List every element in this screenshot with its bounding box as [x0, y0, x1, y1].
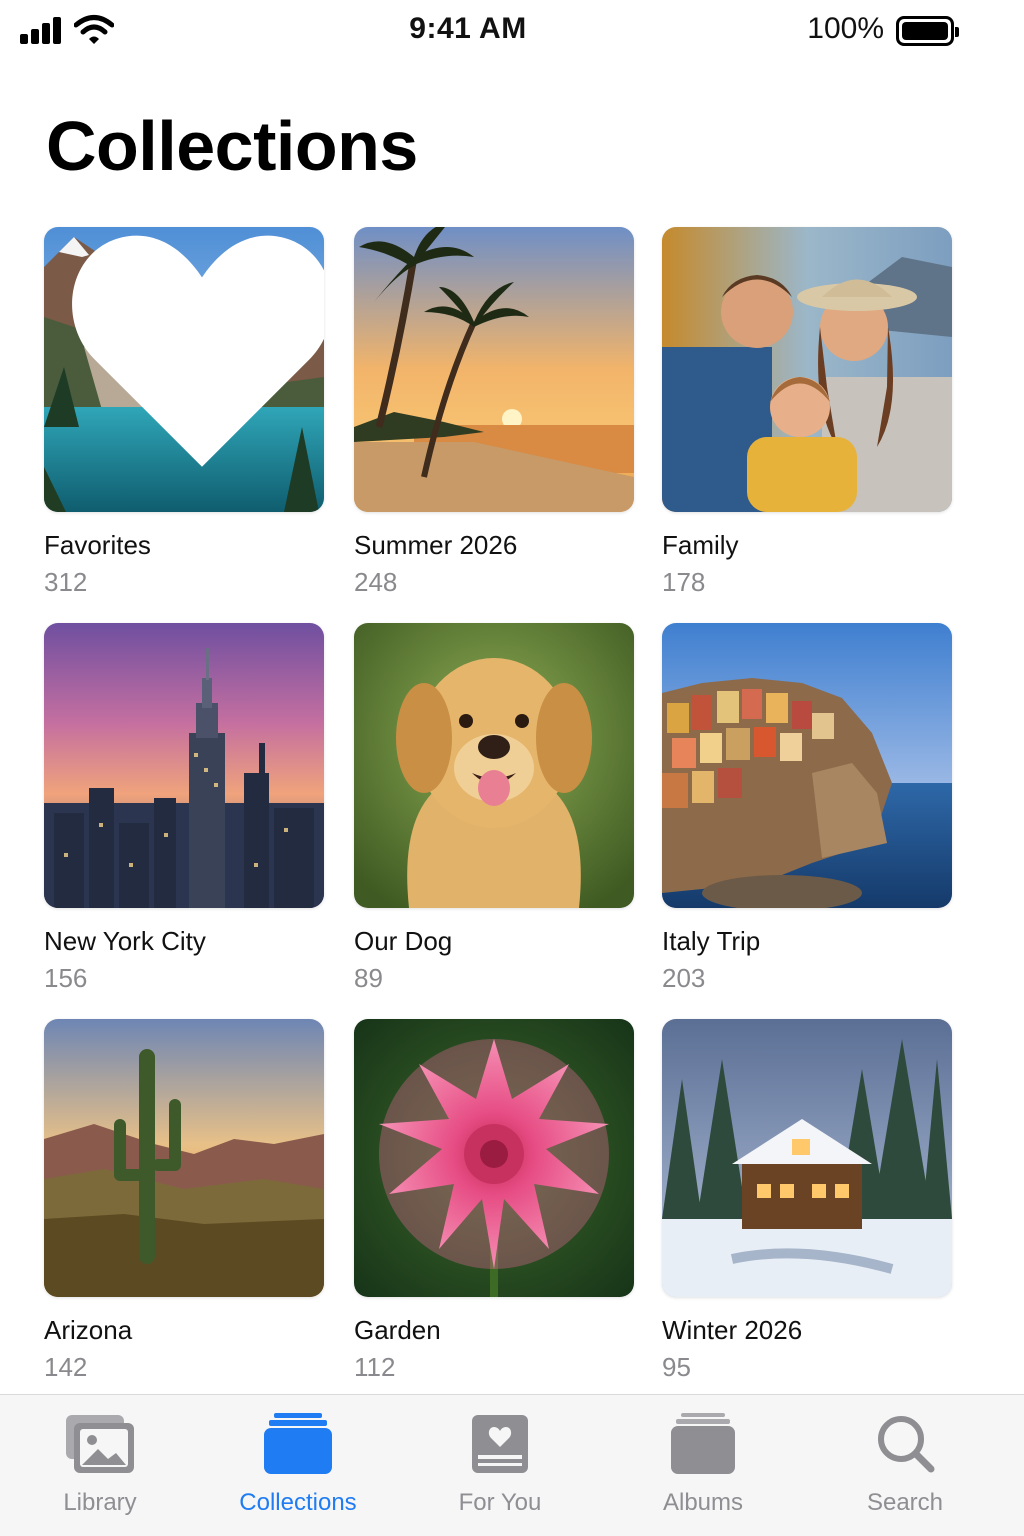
- collection-count: 142: [44, 1352, 88, 1382]
- collection-name: Winter 2026: [662, 1315, 803, 1345]
- tab-label: Search: [866, 1489, 944, 1516]
- collection-count: 203: [662, 963, 706, 993]
- collection-count: 156: [44, 963, 88, 993]
- collection-name: Summer 2026: [354, 530, 518, 560]
- collection-thumbnail[interactable]: [354, 623, 634, 908]
- photo-icon: [66, 1415, 134, 1473]
- collection-card-italy-trip[interactable]: Italy Trip 203: [662, 623, 952, 994]
- battery-percentage: 100%: [807, 12, 884, 45]
- collection-name: Family: [662, 530, 739, 560]
- tab-search[interactable]: Search: [805, 1413, 1005, 1517]
- collection-card-our-dog[interactable]: Our Dog 89: [354, 623, 634, 994]
- collection-thumbnail[interactable]: [662, 623, 952, 908]
- collection-thumbnail[interactable]: [662, 227, 952, 512]
- collection-thumbnail[interactable]: [354, 227, 634, 512]
- collection-thumbnail[interactable]: [44, 1019, 324, 1297]
- status-time: 9:41 AM: [409, 12, 527, 45]
- desert-cactus-sunset-image: [44, 1019, 324, 1297]
- collection-name: Favorites: [44, 530, 151, 560]
- palm-beach-sunset-image: [354, 227, 634, 512]
- collection-count: 178: [662, 567, 706, 597]
- tab-label: Albums: [662, 1489, 744, 1516]
- collection-card-family[interactable]: Family 178: [662, 227, 952, 598]
- collection-name: Our Dog: [354, 926, 453, 956]
- collection-count: 312: [44, 567, 88, 597]
- coastal-village-image: [662, 623, 952, 908]
- collection-name: Garden: [354, 1315, 441, 1345]
- tab-albums[interactable]: Albums: [603, 1413, 803, 1517]
- collection-thumbnail[interactable]: [662, 1019, 952, 1297]
- collection-card-arizona[interactable]: Arizona 142: [44, 1019, 324, 1383]
- heart-icon: [72, 235, 324, 467]
- collections-screen: 9:41 AM 100% Collections Favorites 312 S…: [0, 0, 1024, 1536]
- tab-library[interactable]: Library: [0, 1413, 200, 1517]
- collection-name: Arizona: [44, 1315, 133, 1345]
- collection-card-summer-2026[interactable]: Summer 2026 248: [354, 227, 634, 598]
- page-title: Collections: [46, 107, 418, 185]
- collection-count: 95: [662, 1352, 691, 1382]
- collection-card-new-york-city[interactable]: New York City 156: [44, 623, 324, 994]
- collection-card-favorites[interactable]: Favorites 312: [44, 227, 324, 598]
- collection-name: Italy Trip: [662, 926, 761, 956]
- snowy-cabin-image: [662, 1019, 952, 1297]
- tab-bar: Library Collections For You Albums Searc…: [0, 1394, 1024, 1536]
- collection-card-winter-2026[interactable]: Winter 2026 95: [662, 1019, 952, 1383]
- tab-label: Library: [63, 1489, 137, 1516]
- tab-collections[interactable]: Collections: [198, 1413, 398, 1517]
- heart-card-icon: [472, 1415, 528, 1473]
- tab-label: For You: [458, 1489, 542, 1516]
- tab-for-you[interactable]: For You: [400, 1413, 600, 1517]
- search-icon: [878, 1416, 935, 1473]
- collection-thumbnail[interactable]: [44, 227, 324, 512]
- status-bar: 9:41 AM 100%: [0, 0, 1024, 64]
- collection-thumbnail[interactable]: [354, 1019, 634, 1297]
- stack-icon: [264, 1413, 332, 1474]
- collection-thumbnail[interactable]: [44, 623, 324, 908]
- collection-card-garden[interactable]: Garden 112: [354, 1019, 634, 1383]
- city-skyline-dusk-image: [44, 623, 324, 908]
- collection-count: 248: [354, 567, 398, 597]
- collection-count: 112: [354, 1352, 396, 1382]
- golden-retriever-image: [354, 623, 634, 908]
- family-portrait-image: [662, 227, 952, 512]
- collection-name: New York City: [44, 926, 206, 956]
- collection-count: 89: [354, 963, 383, 993]
- pink-dahlia-image: [354, 1019, 634, 1297]
- battery-icon: [896, 16, 959, 46]
- tab-label: Collections: [239, 1489, 357, 1516]
- album-stack-icon: [671, 1413, 735, 1474]
